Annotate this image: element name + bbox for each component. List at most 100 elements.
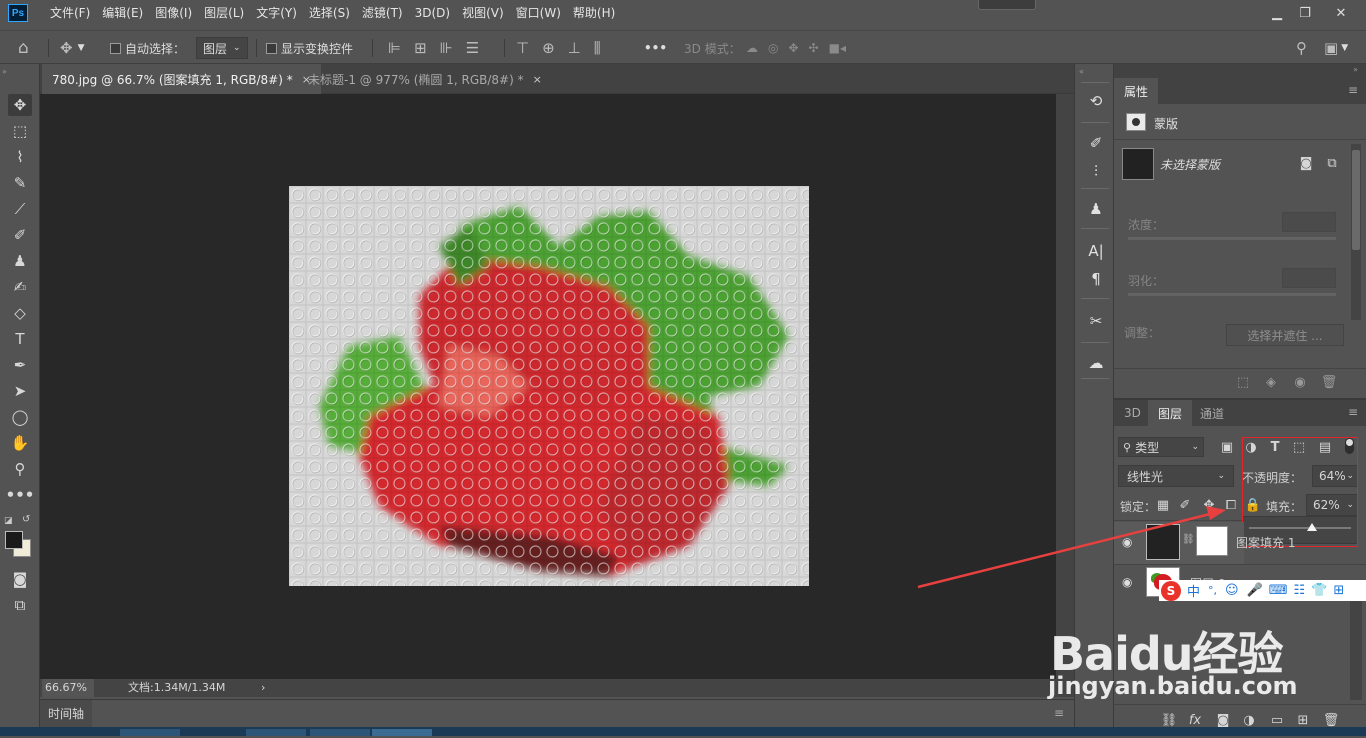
panel-menu-icon[interactable]: ≡	[1054, 706, 1064, 720]
menu-item[interactable]: 图像(I)	[149, 0, 198, 26]
more-options-button[interactable]: •••	[644, 31, 667, 65]
swap-colors-icon[interactable]: ↺	[22, 514, 30, 525]
menu-item[interactable]: 窗口(W)	[510, 0, 567, 26]
pixel-filter-icon[interactable]: ▣	[1218, 438, 1236, 456]
taskbar-item[interactable]	[246, 729, 306, 736]
tab-layers[interactable]: 图层	[1148, 400, 1193, 426]
eyedropper-tool-icon[interactable]: ⟋	[8, 198, 32, 220]
menu-item[interactable]: 文件(F)	[44, 0, 96, 26]
pan-3d-icon[interactable]: ✥	[788, 41, 798, 55]
blend-mode-dropdown[interactable]: 线性光 ⌄	[1118, 465, 1234, 487]
home-icon[interactable]: ⌂	[18, 31, 29, 65]
show-transform-controls-checkbox[interactable]: 显示变换控件	[266, 31, 353, 65]
microphone-icon[interactable]: 🎤	[1247, 583, 1263, 598]
libraries-icon[interactable]: ☁	[1085, 352, 1107, 374]
tab-channels[interactable]: 通道	[1190, 400, 1234, 426]
close-tab-icon[interactable]: ×	[533, 73, 542, 86]
taskbar-item[interactable]	[120, 729, 180, 736]
tab-780-jpg[interactable]: 780.jpg @ 66.7% (图案填充 1, RGB/8#) * ×	[42, 64, 321, 94]
tab-properties[interactable]: 属性	[1114, 78, 1159, 104]
lock-transparency-icon[interactable]: ▦	[1154, 496, 1172, 514]
path-select-tool-icon[interactable]: ➤	[8, 380, 32, 402]
search-icon[interactable]: ⚲	[1296, 31, 1307, 65]
default-colors-icon[interactable]: ◪	[4, 516, 13, 526]
history-brush-tool-icon[interactable]: ✍	[8, 276, 32, 298]
character-panel-icon[interactable]: A|	[1085, 240, 1107, 262]
paragraph-panel-icon[interactable]: ¶	[1085, 268, 1107, 290]
keyboard-icon[interactable]: ⌨	[1269, 583, 1288, 598]
vertical-scrollbar[interactable]	[1056, 94, 1074, 679]
collapse-toolbar-icon[interactable]: »	[2, 67, 7, 76]
align-top-icon[interactable]: ⊤	[516, 39, 529, 57]
camera-3d-icon[interactable]: ■◂	[829, 41, 846, 55]
menu-item[interactable]: 滤镜(T)	[356, 0, 409, 26]
align-left-icon[interactable]: ⊫	[388, 39, 401, 57]
auto-select-target-dropdown[interactable]: 图层 ⌄	[196, 31, 248, 65]
panel-menu-icon[interactable]: ≡	[1348, 405, 1358, 419]
zoom-level-field[interactable]: 66.67%	[42, 679, 94, 697]
marquee-tool-icon[interactable]: ⬚	[8, 120, 32, 142]
visibility-icon[interactable]: ◉	[1291, 373, 1309, 391]
layer-row-selected[interactable]: ◉ ⛓ 图案填充 1	[1114, 522, 1295, 564]
ellipse-tool-icon[interactable]: ◯	[8, 406, 32, 428]
expand-panels-icon[interactable]: «	[1079, 67, 1084, 76]
menu-item[interactable]: 图层(L)	[198, 0, 250, 26]
pixel-mask-icon[interactable]: ◙	[1297, 154, 1315, 172]
emoji-icon[interactable]: ☺	[1225, 583, 1239, 598]
document-image[interactable]	[289, 186, 809, 586]
more-tools-icon[interactable]: •••	[6, 484, 35, 506]
slide-3d-icon[interactable]: ✣	[809, 41, 819, 55]
foreground-color-swatch[interactable]	[5, 531, 23, 549]
close-window-button[interactable]: ✕	[1326, 0, 1356, 26]
feather-slider[interactable]	[1128, 293, 1336, 296]
eye-icon[interactable]: ◉	[1122, 575, 1132, 589]
tab-timeline[interactable]: 时间轴	[40, 700, 92, 727]
taskbar-item[interactable]	[310, 729, 370, 736]
minimize-button[interactable]: ▁	[1262, 0, 1292, 26]
tab-3d[interactable]: 3D	[1114, 400, 1151, 426]
type-tool-icon[interactable]: T	[8, 328, 32, 350]
taskbar-item[interactable]	[372, 729, 432, 736]
collapse-panel-icon[interactable]: »	[1353, 65, 1358, 74]
clone-source-icon[interactable]: ♟	[1085, 198, 1107, 220]
ime-punctuation[interactable]: °,	[1208, 584, 1217, 597]
delete-mask-icon[interactable]: 🗑	[1320, 373, 1338, 391]
quick-select-tool-icon[interactable]: ✎	[8, 172, 32, 194]
tool-presets-icon[interactable]: ✂	[1085, 310, 1107, 332]
screen-mode-icon[interactable]: ⧉	[8, 594, 32, 616]
history-panel-icon[interactable]: ⟲	[1085, 90, 1107, 112]
auto-select-checkbox[interactable]: 自动选择：	[110, 31, 185, 65]
eye-icon[interactable]: ◉	[1122, 535, 1132, 549]
feather-field[interactable]	[1282, 268, 1336, 288]
menu-item[interactable]: 帮助(H)	[567, 0, 621, 26]
zoom-tool-icon[interactable]: ⚲	[8, 458, 32, 480]
load-selection-icon[interactable]: ⬚	[1234, 373, 1252, 391]
lock-position-icon[interactable]: ✥	[1200, 496, 1218, 514]
menu-item[interactable]: 视图(V)	[456, 0, 510, 26]
brush-settings-icon[interactable]: ⫶	[1085, 160, 1107, 182]
density-field[interactable]	[1282, 212, 1336, 232]
roll-3d-icon[interactable]: ◎	[768, 41, 778, 55]
distribute-vertical-icon[interactable]: ⫼	[594, 39, 601, 57]
eraser-tool-icon[interactable]: ◇	[8, 302, 32, 324]
layer-filter-dropdown[interactable]: ⚲ 类型 ⌄	[1118, 437, 1204, 457]
move-tool-icon[interactable]: ✥	[8, 94, 32, 116]
status-menu-arrow[interactable]: ›	[261, 679, 265, 697]
brush-tool-icon[interactable]: ✐	[8, 224, 32, 246]
align-right-icon[interactable]: ⊪	[440, 39, 453, 57]
hand-tool-icon[interactable]: ✋	[8, 432, 32, 454]
skin-icon[interactable]: 👕	[1311, 583, 1327, 598]
move-tool-preset-button[interactable]: ✥ ▼	[60, 31, 85, 65]
brush-panel-icon[interactable]: ✐	[1085, 132, 1107, 154]
menu-item[interactable]: 3D(D)	[409, 0, 456, 26]
settings-grid-icon[interactable]: ⊞	[1333, 583, 1344, 598]
align-bottom-icon[interactable]: ⊥	[568, 39, 581, 57]
link-icon[interactable]: ⛓	[1182, 534, 1195, 545]
apply-mask-icon[interactable]: ◈	[1262, 373, 1280, 391]
menu-item[interactable]: 文字(Y)	[250, 0, 303, 26]
lock-artboard-icon[interactable]: ⧠	[1222, 496, 1240, 514]
stamp-tool-icon[interactable]: ♟	[8, 250, 32, 272]
restore-button[interactable]: ❐	[1290, 0, 1320, 26]
panel-menu-icon[interactable]: ≡	[1348, 83, 1358, 97]
properties-scrollbar[interactable]	[1351, 144, 1361, 320]
